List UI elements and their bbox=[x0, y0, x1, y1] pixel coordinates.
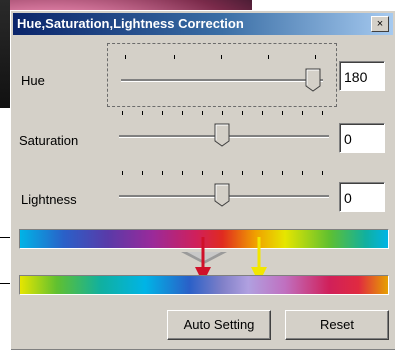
lightness-slider-thumb[interactable] bbox=[214, 183, 230, 207]
saturation-value-field[interactable]: 0 bbox=[339, 123, 385, 153]
saturation-tick bbox=[162, 111, 163, 115]
title-bar: Hue,Saturation,Lightness Correction × bbox=[13, 13, 393, 35]
reset-button[interactable]: Reset bbox=[285, 310, 389, 340]
hue-tick bbox=[174, 55, 175, 59]
hue-tick bbox=[221, 55, 222, 59]
lightness-tick bbox=[122, 171, 123, 175]
hue-tick bbox=[315, 55, 316, 59]
hue-slider-thumb[interactable] bbox=[305, 68, 321, 92]
saturation-tick bbox=[182, 111, 183, 115]
hsl-dialog: Hue,Saturation,Lightness Correction × Hu… bbox=[10, 10, 395, 350]
background-photo-edge bbox=[0, 0, 10, 108]
hue-tick bbox=[268, 55, 269, 59]
lightness-tick bbox=[182, 171, 183, 175]
lightness-tick bbox=[242, 171, 243, 175]
lightness-tick bbox=[282, 171, 283, 175]
close-icon[interactable]: × bbox=[371, 16, 389, 32]
lightness-value-field[interactable]: 0 bbox=[339, 182, 385, 212]
lightness-tick bbox=[162, 171, 163, 175]
corrected-hue-spectrum bbox=[19, 275, 389, 295]
saturation-tick bbox=[142, 111, 143, 115]
hue-slider[interactable] bbox=[107, 43, 337, 107]
lightness-label: Lightness bbox=[21, 192, 77, 207]
lightness-tick bbox=[202, 171, 203, 175]
saturation-tick bbox=[322, 111, 323, 115]
saturation-tick bbox=[122, 111, 123, 115]
saturation-slider-thumb[interactable] bbox=[214, 123, 230, 147]
lightness-tick bbox=[302, 171, 303, 175]
hue-tick bbox=[125, 55, 126, 59]
saturation-tick bbox=[302, 111, 303, 115]
lightness-slider[interactable] bbox=[119, 169, 331, 215]
lightness-tick bbox=[322, 171, 323, 175]
saturation-tick bbox=[242, 111, 243, 115]
saturation-tick bbox=[222, 111, 223, 115]
lightness-tick bbox=[222, 171, 223, 175]
hue-slider-track bbox=[121, 79, 323, 82]
saturation-slider[interactable] bbox=[119, 109, 331, 155]
hue-value-field[interactable]: 180 bbox=[339, 61, 385, 91]
auto-setting-button[interactable]: Auto Setting bbox=[167, 310, 271, 340]
dialog-title: Hue,Saturation,Lightness Correction bbox=[17, 16, 244, 31]
saturation-tick bbox=[282, 111, 283, 115]
saturation-tick bbox=[202, 111, 203, 115]
lightness-tick bbox=[262, 171, 263, 175]
hue-label: Hue bbox=[21, 73, 45, 88]
saturation-tick bbox=[262, 111, 263, 115]
lightness-tick bbox=[142, 171, 143, 175]
saturation-label: Saturation bbox=[19, 133, 79, 148]
